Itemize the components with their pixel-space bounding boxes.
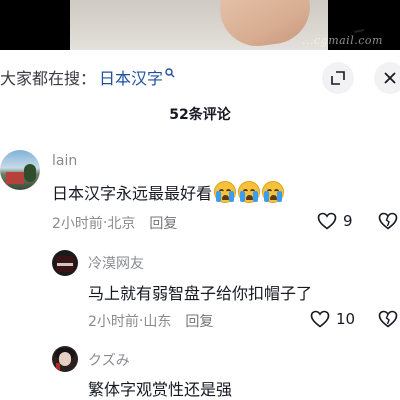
video-finger bbox=[215, 0, 315, 50]
reply-username[interactable]: 冷漠网友 bbox=[88, 253, 144, 273]
reply-button[interactable]: 回复 bbox=[149, 213, 177, 233]
collapse-icon bbox=[331, 71, 345, 85]
like-button[interactable]: 10 bbox=[310, 310, 355, 328]
avatar[interactable] bbox=[52, 250, 78, 276]
crying-face-icon bbox=[262, 181, 285, 203]
reply-time: 2小时前 bbox=[88, 314, 139, 330]
search-suggestion[interactable]: 大家都在搜： 日本汉字 bbox=[0, 66, 175, 88]
reply-location: 山东 bbox=[143, 314, 172, 330]
reply-meta: 2小时前 · 山东 回复 bbox=[88, 311, 213, 331]
like-count: 10 bbox=[336, 310, 356, 328]
close-button[interactable] bbox=[374, 62, 400, 94]
reply-button[interactable]: 回复 bbox=[185, 311, 213, 331]
heart-icon bbox=[310, 310, 330, 328]
comment-text-body: 日本汉字永远最最好看 bbox=[52, 184, 213, 203]
close-icon bbox=[384, 72, 396, 84]
dislike-icon[interactable] bbox=[378, 310, 398, 328]
video-preview[interactable]: ...cgmail.com bbox=[0, 0, 400, 50]
search-suggestion-prefix: 大家都在搜： bbox=[0, 69, 97, 88]
comment-time: 2小时前 bbox=[52, 216, 103, 232]
crying-face-icon bbox=[214, 181, 237, 203]
reply-username[interactable]: クズみ bbox=[88, 350, 130, 370]
avatar-house bbox=[6, 172, 24, 184]
comment-meta: 2小时前 · 北京 回复 bbox=[52, 213, 177, 233]
search-suggestion-term[interactable]: 日本汉字 bbox=[99, 65, 163, 89]
collapse-button[interactable] bbox=[322, 62, 354, 94]
reply-text: 繁体字观赏性还是强 bbox=[88, 380, 233, 399]
video-mark bbox=[353, 28, 365, 34]
crying-face-icon bbox=[238, 181, 261, 203]
comment-username[interactable]: lain bbox=[52, 153, 77, 169]
dislike-icon[interactable] bbox=[378, 212, 398, 230]
video-frame: ...cgmail.com bbox=[70, 0, 382, 50]
comment-text: 日本汉字永远最最好看 bbox=[52, 180, 285, 204]
search-icon[interactable] bbox=[165, 68, 175, 78]
like-count: 9 bbox=[343, 212, 353, 230]
avatar-accent bbox=[56, 363, 60, 371]
avatar[interactable] bbox=[52, 346, 78, 372]
comment-location: 北京 bbox=[107, 216, 136, 232]
avatar[interactable] bbox=[0, 150, 40, 190]
like-button[interactable]: 9 bbox=[317, 212, 353, 230]
heart-icon bbox=[317, 212, 337, 230]
avatar-text-strip bbox=[57, 263, 73, 266]
reply-text: 马上就有弱智盘子给你扣帽子了 bbox=[88, 284, 313, 303]
comment-count-title: 52条评论 bbox=[169, 107, 231, 123]
video-watermark: ...cgmail.com bbox=[302, 34, 383, 47]
avatar-face bbox=[59, 352, 71, 366]
avatar-tree bbox=[24, 164, 36, 182]
